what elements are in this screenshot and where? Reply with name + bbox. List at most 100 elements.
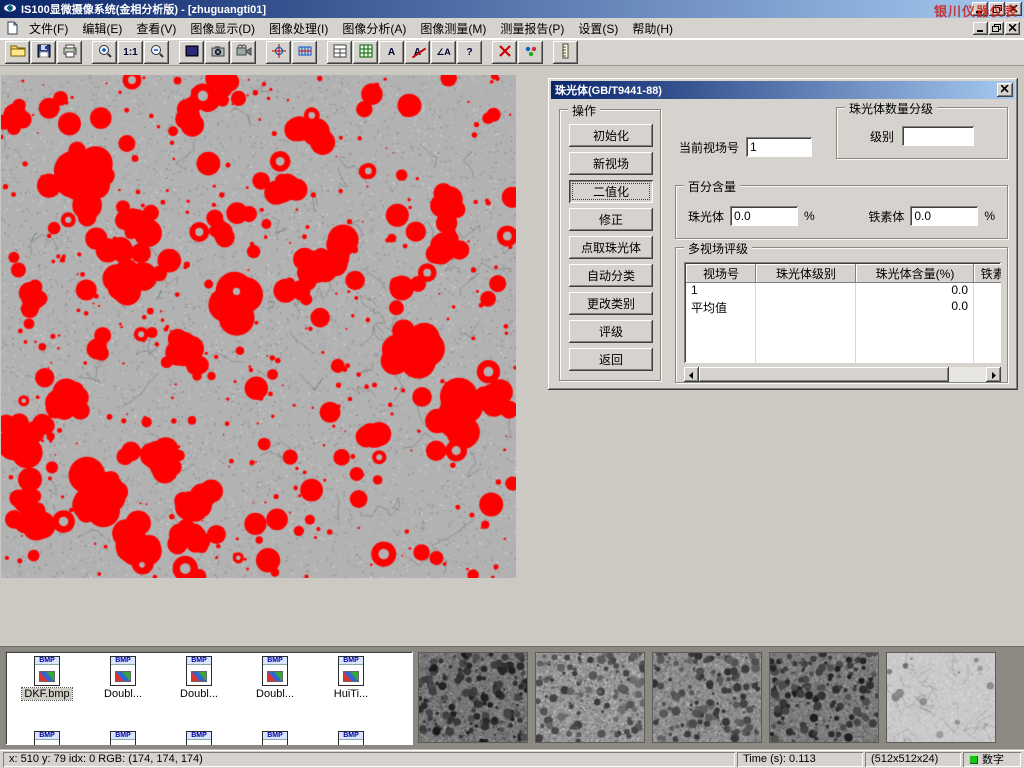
binarize-button[interactable]: 二值化 [569, 180, 653, 203]
thumbnail-0[interactable] [418, 652, 528, 743]
bmp-icon-label: BMP [263, 732, 287, 740]
palette-button[interactable] [518, 41, 543, 64]
snapshot-button[interactable] [179, 41, 204, 64]
file-item-row2-3[interactable]: BMP [239, 731, 311, 745]
video-button[interactable] [231, 41, 256, 64]
auto-classify-button[interactable]: 自动分类 [569, 264, 653, 287]
document-icon[interactable] [4, 20, 20, 36]
cut-button[interactable] [492, 41, 517, 64]
zoom-in-button[interactable] [92, 41, 117, 64]
pearlite-percent-input[interactable] [730, 206, 798, 226]
file-item-row2-1[interactable]: BMP [87, 731, 159, 745]
change-category-button[interactable]: 更改类别 [569, 292, 653, 315]
file-item-row2-0[interactable]: BMP [11, 731, 83, 745]
table-row-1[interactable]: 平均值0.0 [686, 299, 1001, 315]
measure-grid-button[interactable] [292, 41, 317, 64]
thumbnail-1[interactable] [535, 652, 645, 743]
micrograph-image[interactable] [1, 75, 516, 578]
pick-pearlite-button[interactable]: 点取珠光体 [569, 236, 653, 259]
table-row-3 [686, 331, 1001, 347]
report-button[interactable] [327, 41, 352, 64]
hscroll-thumb[interactable] [699, 367, 949, 382]
minimize-button[interactable] [972, 2, 988, 16]
mdi-restore-button[interactable] [989, 22, 1004, 35]
ferrite-percent-input[interactable] [910, 206, 978, 226]
mdi-minimize-button[interactable] [973, 22, 988, 35]
file-name: HuiTi... [332, 688, 370, 700]
file-item-3[interactable]: BMPDoubl... [239, 656, 311, 700]
hscroll-right-button[interactable] [986, 367, 1001, 382]
save-button[interactable] [31, 41, 56, 64]
table-header-0[interactable]: 视场号 [686, 264, 756, 283]
open-button[interactable] [5, 41, 30, 64]
crosshair-icon [271, 43, 287, 62]
close-button[interactable] [1006, 2, 1022, 16]
dialog-title-bar[interactable]: 珠光体(GB/T9441-88) [551, 81, 1015, 99]
rate-button[interactable]: 评级 [569, 320, 653, 343]
text-label-button[interactable]: A [379, 41, 404, 64]
zoom-out-button[interactable] [144, 41, 169, 64]
mdi-close-button[interactable] [1005, 22, 1020, 35]
file-item-0[interactable]: BMPDKF.bmp [11, 656, 83, 700]
palette-icon [523, 43, 539, 62]
table-row-0[interactable]: 10.0 [686, 283, 1001, 299]
file-item-2[interactable]: BMPDoubl... [163, 656, 235, 700]
modify-button[interactable]: 修正 [569, 208, 653, 231]
print-button[interactable] [57, 41, 82, 64]
file-list: BMPDKF.bmpBMPDoubl...BMPDoubl...BMPDoubl… [5, 651, 413, 745]
text-label-icon: A [388, 47, 395, 58]
grid-button[interactable] [353, 41, 378, 64]
hscroll-left-button[interactable] [684, 367, 699, 382]
thumbnail-2[interactable] [652, 652, 762, 743]
current-field-input[interactable] [746, 137, 812, 157]
dialog-title: 珠光体(GB/T9441-88) [555, 82, 662, 98]
close-icon [1010, 2, 1018, 16]
table-header-1[interactable]: 珠光体级别 [756, 264, 856, 283]
table-cell [856, 315, 974, 331]
menu-item-8[interactable]: 设置(S) [571, 18, 625, 39]
table-cell [756, 283, 856, 299]
status-image-size: (512x512x24) [865, 752, 961, 767]
thumbnail-4[interactable] [886, 652, 996, 743]
ruler-button[interactable] [553, 41, 578, 64]
file-item-row2-2[interactable]: BMP [163, 731, 235, 745]
angle-label-button[interactable]: ∠A [431, 41, 456, 64]
bmp-icon-label: BMP [187, 732, 211, 740]
file-name: Doubl... [102, 688, 144, 700]
grade-input[interactable] [902, 126, 974, 146]
return-button[interactable]: 返回 [569, 348, 653, 371]
dialog-body: 操作 初始化新视场二值化修正点取珠光体自动分类更改类别评级返回 当前视场号 珠光… [551, 99, 1015, 387]
menu-item-1[interactable]: 编辑(E) [75, 18, 129, 39]
table-header-3[interactable]: 铁素体含量(%) [974, 264, 1001, 283]
table-cell [756, 347, 856, 363]
dialog-close-button[interactable] [997, 83, 1013, 97]
ruler-icon [558, 43, 574, 62]
menu-item-7[interactable]: 测量报告(P) [493, 18, 571, 39]
hscroll-track[interactable] [949, 367, 986, 382]
menu-item-5[interactable]: 图像分析(A) [335, 18, 413, 39]
menu-item-9[interactable]: 帮助(H) [625, 18, 680, 39]
menu-item-6[interactable]: 图像测量(M) [413, 18, 493, 39]
new-field-button[interactable]: 新视场 [569, 152, 653, 175]
maximize-button[interactable] [989, 2, 1005, 16]
file-item-row2-4[interactable]: BMP [315, 731, 387, 745]
bmp-icon-label: BMP [35, 732, 59, 740]
bmp-icon-label: BMP [263, 657, 287, 665]
minimize-icon [976, 2, 984, 16]
snapshot-icon [184, 43, 200, 62]
file-item-4[interactable]: BMPHuiTi... [315, 656, 387, 700]
file-item-1[interactable]: BMPDoubl... [87, 656, 159, 700]
help-button[interactable]: ? [457, 41, 482, 64]
menu-item-4[interactable]: 图像处理(I) [262, 18, 335, 39]
crosshair-button[interactable] [266, 41, 291, 64]
thumbnail-3[interactable] [769, 652, 879, 743]
table-header-2[interactable]: 珠光体含量(%) [856, 264, 974, 283]
text-label-off-button[interactable]: A [405, 41, 430, 64]
camera-button[interactable] [205, 41, 230, 64]
menu-item-0[interactable]: 文件(F) [22, 18, 75, 39]
save-icon [36, 43, 52, 62]
actual-size-button[interactable]: 1:1 [118, 41, 143, 64]
initialize-button[interactable]: 初始化 [569, 124, 653, 147]
menu-item-3[interactable]: 图像显示(D) [183, 18, 262, 39]
menu-item-2[interactable]: 查看(V) [129, 18, 183, 39]
